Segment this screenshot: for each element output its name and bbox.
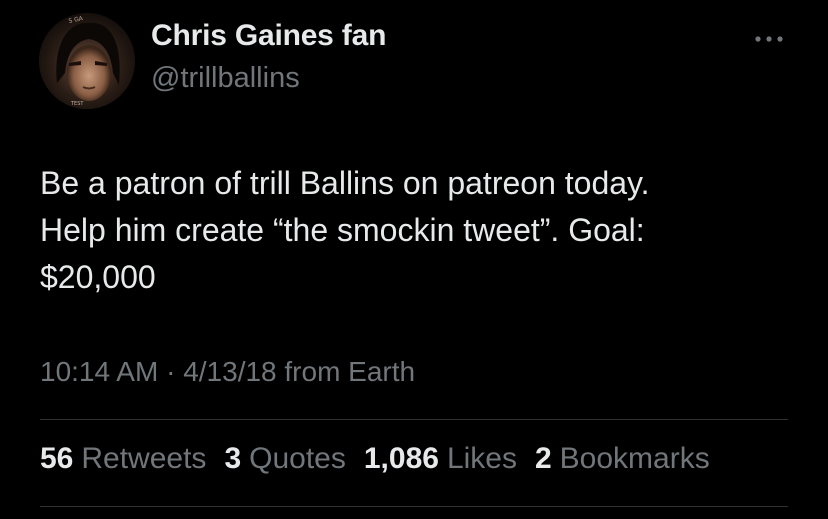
meta-separator: · <box>158 356 184 387</box>
avatar[interactable]: S GA TEST <box>39 13 135 109</box>
avatar-logo-text-bottom: TEST <box>70 101 84 107</box>
user-handle[interactable]: @trillballins <box>151 62 300 95</box>
tweet-time[interactable]: 10:14 AM <box>40 356 158 387</box>
avatar-photo: S GA TEST <box>39 13 135 109</box>
quotes-count: 3 <box>224 442 242 475</box>
tweet-date[interactable]: 4/13/18 <box>183 356 276 387</box>
quotes-stat[interactable]: 3 Quotes <box>224 442 345 476</box>
likes-count: 1,086 <box>363 442 439 475</box>
tweet-text: Be a patron of trill Ballins on patreon … <box>40 165 650 295</box>
quotes-label: Quotes <box>249 442 346 475</box>
retweets-count: 56 <box>40 442 74 475</box>
likes-label: Likes <box>446 442 517 475</box>
likes-stat[interactable]: 1,086 Likes <box>364 442 517 476</box>
retweets-stat[interactable]: 56 Retweets <box>40 442 206 476</box>
more-options-button[interactable] <box>750 25 790 53</box>
tweet-source: from Earth <box>276 356 416 387</box>
divider <box>40 419 788 420</box>
bookmarks-count: 2 <box>534 442 552 475</box>
divider-bottom <box>40 506 788 507</box>
engagement-stats: 56 Retweets 3 Quotes 1,086 Likes 2 Bookmarks <box>40 442 710 476</box>
display-name[interactable]: Chris Gaines fan <box>151 19 386 53</box>
tweet-meta: 10:14 AM · 4/13/18 from Earth <box>40 356 415 388</box>
retweets-label: Retweets <box>81 442 207 475</box>
tweet-detail: S GA TEST Chris Gaines fan @trillballins… <box>0 0 828 519</box>
bookmarks-stat[interactable]: 2 Bookmarks <box>535 442 710 476</box>
bookmarks-label: Bookmarks <box>559 442 710 475</box>
more-horizontal-icon <box>750 25 790 53</box>
